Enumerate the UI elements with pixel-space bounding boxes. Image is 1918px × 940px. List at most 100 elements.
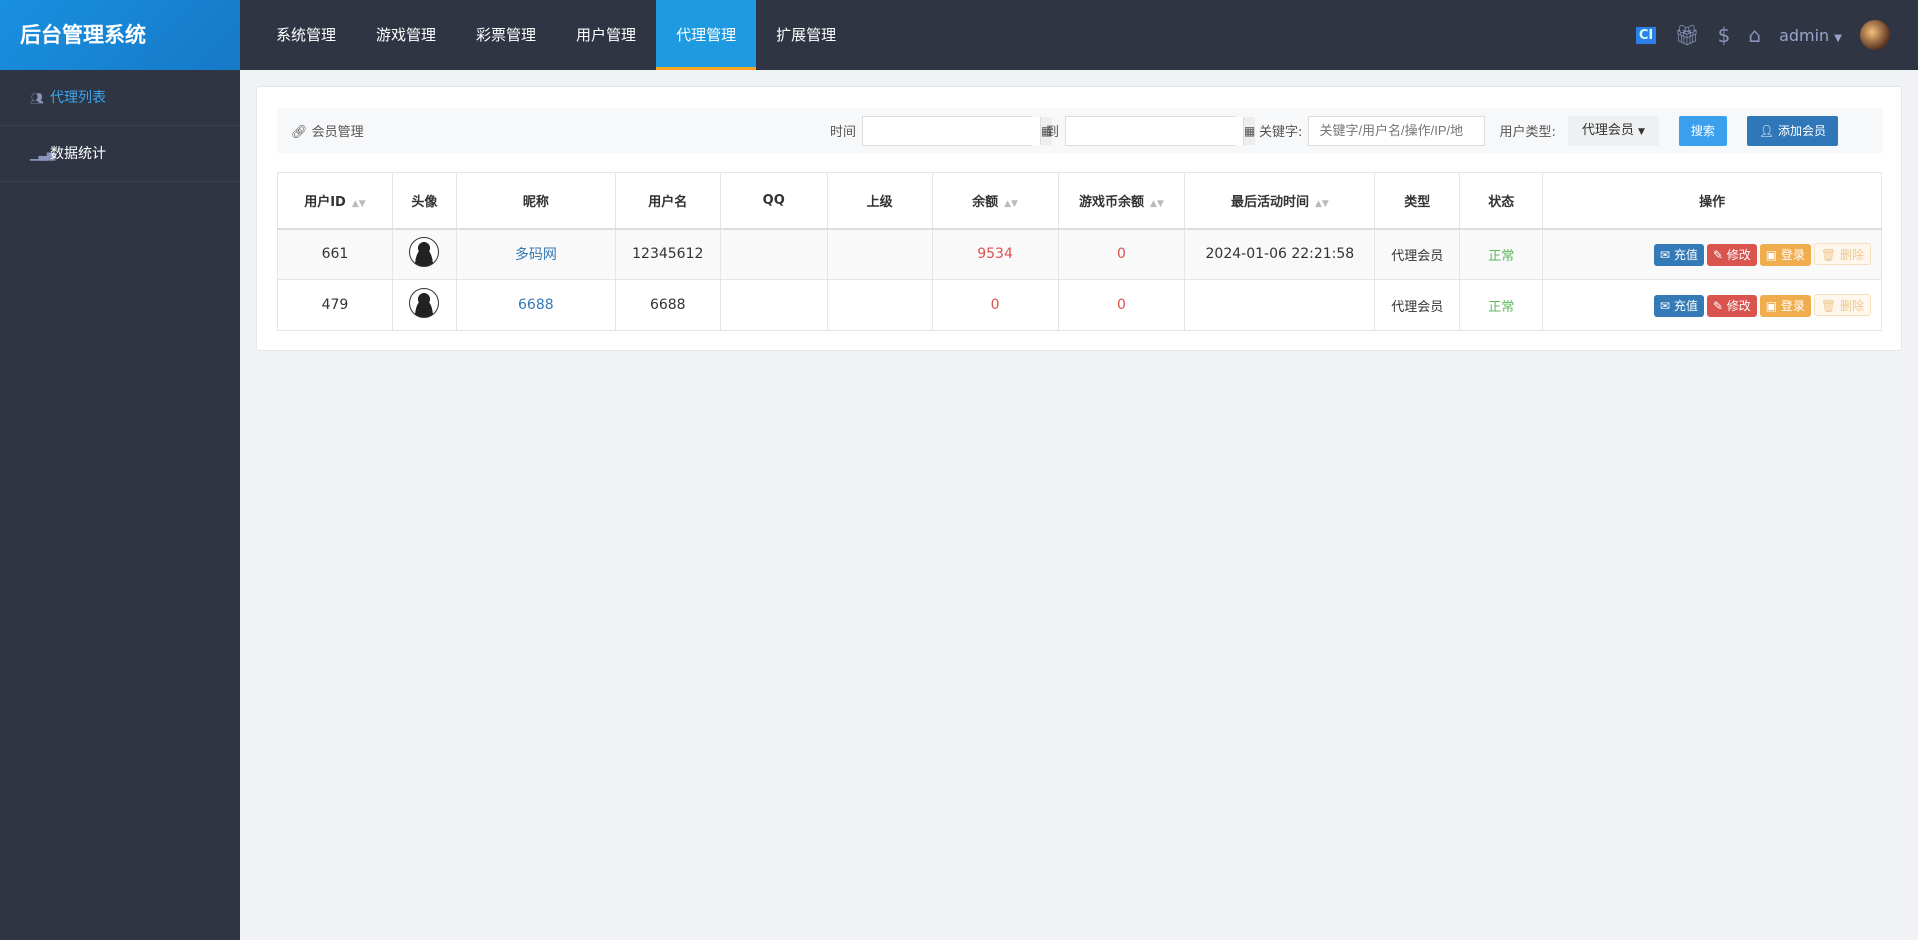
sort-icon[interactable]: ▲▼ — [1004, 199, 1018, 209]
envelope-icon: ✉ — [1659, 298, 1670, 313]
panel-title: 🔗︎ 会员管理 — [291, 121, 816, 140]
qq — [719, 228, 828, 280]
to-label: 到 — [1046, 125, 1060, 140]
username: admin — [1779, 25, 1830, 45]
edit-label: 修改 — [1726, 298, 1751, 313]
column-header-label: QQ — [762, 192, 785, 208]
nav-extension[interactable]: 扩展管理 — [756, 0, 856, 70]
login-button[interactable]: ▣ 登录 — [1759, 243, 1811, 266]
nickname-link[interactable]: 多码网 — [515, 247, 557, 263]
home-icon[interactable]: ⌂ — [1748, 23, 1761, 47]
sidebar-item-agent-list[interactable]: 👥︎ 代理列表 — [0, 70, 240, 126]
column-header: 头像 — [391, 172, 457, 230]
avatar-cell — [391, 228, 457, 280]
edit-button[interactable]: ✎ 修改 — [1706, 243, 1757, 266]
sort-icon[interactable]: ▲▼ — [352, 199, 366, 209]
recharge-button[interactable]: ✉ 充值 — [1653, 243, 1704, 266]
content-panel: 🔗︎ 会员管理 时间 ▦ 到 ▦ 关键字: 用户类型: 代理会员 ▼ 搜索 👤︎… — [256, 86, 1902, 351]
nav-user[interactable]: 用户管理 — [556, 0, 656, 70]
avatar-cell — [391, 279, 457, 331]
edit-button[interactable]: ✎ 修改 — [1706, 294, 1757, 317]
table-row: 479 6688 6688 0 0 代理会员 正常 ✉ 充值 ✎ 修改 ▣ 登录 🗑︎… — [277, 279, 1882, 331]
user-type: 代理会员 — [1374, 279, 1461, 331]
column-header: QQ — [719, 172, 828, 230]
users-icon: 👥︎ — [30, 92, 44, 105]
actions: ✉ 充值 ✎ 修改 ▣ 登录 🗑︎ 删除 — [1542, 228, 1882, 280]
calendar-icon[interactable]: ▦ — [1243, 116, 1256, 145]
start-date-input[interactable] — [863, 116, 1041, 145]
user-avatar-icon — [409, 288, 440, 318]
link-icon: 🔗︎ — [291, 125, 308, 140]
balance: 0 — [931, 279, 1059, 331]
time-label: 时间 — [830, 125, 857, 140]
user-menu[interactable]: admin ▼ — [1779, 26, 1842, 45]
caret-down-icon: ▼ — [1834, 32, 1842, 44]
column-header: 用户名 — [614, 172, 721, 230]
username: 6688 — [614, 279, 721, 331]
actions: ✉ 充值 ✎ 修改 ▣ 登录 🗑︎ 删除 — [1542, 279, 1882, 331]
login-label: 登录 — [1780, 298, 1805, 313]
keyword-input[interactable] — [1308, 115, 1486, 146]
recharge-label: 充值 — [1673, 298, 1698, 313]
caret-down-icon: ▼ — [1637, 126, 1645, 137]
edit-icon: ✎ — [1712, 298, 1723, 313]
start-date: ▦ — [862, 115, 1053, 146]
user-id: 661 — [277, 228, 393, 280]
column-header: 昵称 — [455, 172, 616, 230]
recharge-label: 充值 — [1673, 247, 1698, 262]
user-avatar-icon — [409, 237, 440, 268]
delete-button[interactable]: 🗑︎ 删除 — [1813, 293, 1871, 316]
coin-balance: 0 — [1057, 279, 1186, 331]
nav-game[interactable]: 游戏管理 — [356, 0, 456, 70]
gift-icon[interactable]: 🎁︎ — [1674, 23, 1699, 47]
column-header-label: 用户ID — [304, 194, 346, 210]
end-date-input[interactable] — [1066, 116, 1244, 145]
sidebar-item-stats[interactable]: ▁▃▅数据统计 — [0, 126, 240, 182]
parent — [826, 228, 933, 280]
parent — [826, 279, 933, 331]
column-header[interactable]: 游戏币余额 ▲▼ — [1057, 172, 1186, 230]
column-header[interactable]: 用户ID ▲▼ — [277, 172, 393, 230]
login-button[interactable]: ▣ 登录 — [1759, 294, 1811, 317]
member-table: 用户ID ▲▼ 头像 昵称 用户名 QQ 上级 余额 ▲▼ 游戏币余额 ▲▼ 最后活动时间 ▲▼ 类型 状态… — [277, 172, 1882, 331]
column-header-label: 类型 — [1404, 194, 1431, 210]
sort-icon[interactable]: ▲▼ — [1315, 199, 1329, 209]
nav-agent[interactable]: 代理管理 — [656, 0, 757, 70]
sort-icon[interactable]: ▲▼ — [1150, 199, 1164, 209]
avatar[interactable] — [1860, 20, 1890, 50]
search-button[interactable]: 搜索 — [1678, 115, 1727, 146]
signal-icon: ▁▃▅ — [30, 148, 56, 161]
delete-label: 删除 — [1839, 247, 1864, 262]
balance: 9534 — [931, 228, 1059, 280]
column-header-label: 状态 — [1488, 194, 1515, 210]
column-header-label: 最后活动时间 — [1230, 194, 1309, 210]
column-header: 操作 — [1542, 172, 1882, 230]
column-header-label: 头像 — [411, 194, 438, 210]
nickname-link[interactable]: 6688 — [518, 297, 554, 313]
nav-lottery[interactable]: 彩票管理 — [456, 0, 556, 70]
status: 正常 — [1459, 279, 1544, 331]
dollar-icon[interactable]: $ — [1718, 23, 1731, 47]
add-member-button[interactable]: 👤︎ 添加会员 — [1746, 115, 1838, 146]
column-header[interactable]: 最后活动时间 ▲▼ — [1184, 172, 1376, 230]
nav-system[interactable]: 系统管理 — [256, 0, 356, 70]
envelope-icon: ✉ — [1659, 247, 1670, 262]
user-type-select[interactable]: 代理会员 ▼ — [1567, 115, 1659, 146]
main-nav: 系统管理 游戏管理 彩票管理 用户管理 代理管理 扩展管理 — [256, 0, 856, 70]
column-header: 状态 — [1459, 172, 1544, 230]
add-member-label: 添加会员 — [1777, 123, 1826, 138]
username: 12345612 — [614, 228, 721, 280]
login-label: 登录 — [1780, 247, 1805, 262]
ci-icon[interactable]: CI — [1635, 26, 1657, 44]
delete-button[interactable]: 🗑︎ 删除 — [1813, 242, 1871, 265]
recharge-button[interactable]: ✉ 充值 — [1653, 294, 1704, 317]
panel-title-text: 会员管理 — [311, 125, 364, 140]
user-card-icon: ▣ — [1765, 247, 1778, 262]
column-header: 类型 — [1374, 172, 1461, 230]
user-id: 479 — [277, 279, 393, 331]
column-header-label: 用户名 — [648, 194, 688, 210]
type-label: 用户类型: — [1499, 125, 1556, 140]
user-type-value: 代理会员 — [1581, 122, 1634, 138]
status: 正常 — [1459, 228, 1544, 280]
column-header[interactable]: 余额 ▲▼ — [931, 172, 1059, 230]
